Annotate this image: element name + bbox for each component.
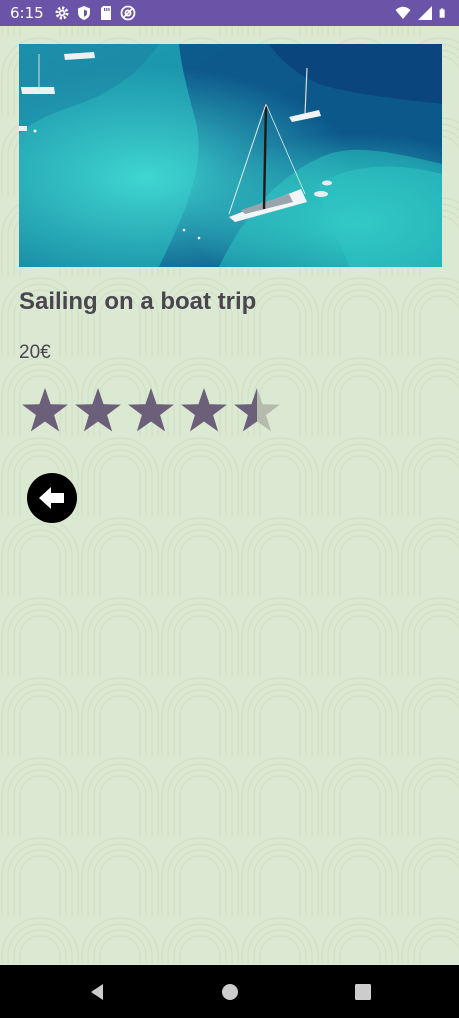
product-price: 20€ xyxy=(19,342,51,363)
battery-icon xyxy=(439,8,445,18)
rating-star[interactable] xyxy=(181,388,227,432)
rating-star[interactable] xyxy=(75,388,121,432)
product-image xyxy=(19,44,442,267)
rating-star[interactable] xyxy=(22,388,68,432)
shield-icon xyxy=(77,6,90,20)
back-triangle-icon[interactable] xyxy=(86,981,108,1003)
detail-screen: Sailing on a boat trip 20€ xyxy=(0,26,459,965)
settings-icon xyxy=(55,6,69,20)
product-title: Sailing on a boat trip xyxy=(19,288,257,315)
at-sign-icon xyxy=(120,5,136,21)
system-navigation-bar xyxy=(0,965,459,1018)
back-arrow-icon xyxy=(39,487,64,509)
status-bar: 6:15 xyxy=(0,0,459,26)
recents-square-icon[interactable] xyxy=(352,981,374,1003)
home-circle-icon[interactable] xyxy=(219,981,241,1003)
wifi-icon xyxy=(395,6,411,19)
sailboat-photo xyxy=(19,44,442,267)
back-button[interactable] xyxy=(27,473,77,523)
rating-star[interactable] xyxy=(128,388,174,432)
status-right-icons xyxy=(395,5,449,21)
status-time: 6:15 xyxy=(10,4,44,22)
status-left-icons xyxy=(54,5,136,21)
cellular-signal-icon xyxy=(418,6,432,20)
sd-card-icon xyxy=(100,6,111,20)
rating-bar[interactable] xyxy=(20,386,285,436)
